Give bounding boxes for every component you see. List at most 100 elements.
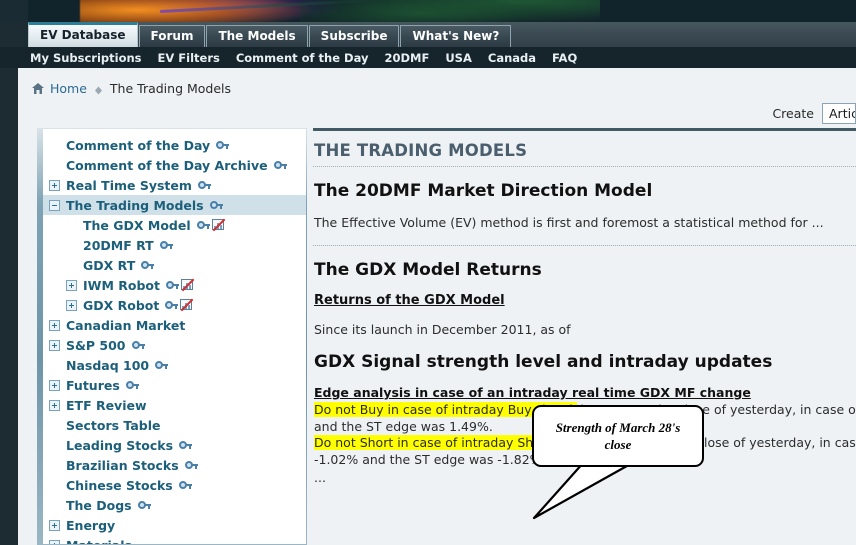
sidebar-item[interactable]: IWM Robot (43, 275, 306, 295)
sidebar-list: Comment of the Day Comment of the Day Arc… (43, 129, 306, 545)
home-icon (32, 82, 44, 94)
edge-analysis-heading: Edge analysis in case of an intraday rea… (314, 385, 751, 400)
breadcrumb-home-link[interactable]: Home (50, 81, 87, 96)
sidebar-item[interactable]: The Dogs (43, 495, 306, 515)
key-icon (197, 180, 211, 190)
sidebar-item[interactable]: S&P 500 (43, 335, 306, 355)
key-icon (179, 440, 193, 450)
create-label: Create (772, 105, 814, 121)
key-icon (141, 260, 155, 270)
navbar-left-cap (0, 22, 28, 47)
sidebar-item-label: Leading Stocks (66, 437, 174, 453)
sidebar-item-label: S&P 500 (66, 337, 126, 353)
page-body: Home The Trading Models Create Article C… (0, 68, 856, 545)
subnav-item[interactable]: FAQ (552, 51, 577, 65)
sub-navbar: My Subscriptions EV Filters Comment of the… (0, 47, 856, 68)
expand-icon[interactable] (49, 319, 60, 331)
subnav-item[interactable]: EV Filters (158, 51, 220, 65)
sidebar-item[interactable]: Real Time System (43, 175, 306, 195)
sidebar-item-label: Materials (66, 537, 132, 545)
sidebar-item[interactable]: Leading Stocks (43, 435, 306, 455)
key-icon (216, 140, 230, 150)
key-icon (131, 340, 145, 350)
callout-bubble: Strength of March 28's close (532, 405, 704, 467)
expand-icon[interactable] (49, 519, 60, 531)
sidebar-item-label: The Trading Models (66, 197, 204, 213)
sidebar-item[interactable]: Futures (43, 375, 306, 395)
breadcrumb-separator-icon (94, 84, 103, 94)
sidebar-item[interactable]: Materials (43, 535, 306, 545)
create-type-select[interactable]: Article (822, 102, 856, 124)
breadcrumb-current: The Trading Models (109, 80, 232, 96)
expand-icon[interactable] (66, 299, 77, 311)
section-heading-20dmf: The 20DMF Market Direction Model (314, 181, 653, 201)
sidebar-item[interactable]: ETF Review (43, 395, 306, 415)
banner-left-cap (0, 0, 28, 22)
sidebar-item[interactable]: The GDX Model (43, 215, 306, 235)
sidebar-item[interactable]: Canadian Market (43, 315, 306, 335)
sidebar-item[interactable]: Energy (43, 515, 306, 535)
site-banner (0, 0, 856, 22)
sidebar-item-label: Comment of the Day (66, 137, 211, 153)
sidebar-item[interactable]: GDX Robot (43, 295, 306, 315)
key-icon (165, 280, 179, 290)
expand-icon[interactable] (49, 399, 60, 411)
sidebar-item[interactable]: GDX RT (43, 255, 306, 275)
callout-text: Strength of March 28's close (555, 420, 681, 452)
expand-icon[interactable] (49, 179, 60, 191)
create-row: Create Article (772, 102, 856, 124)
no-chart-icon (180, 278, 195, 292)
divider-1 (313, 166, 856, 167)
sidebar-item-label: ETF Review (66, 397, 147, 413)
section-heading-gdx-returns: The GDX Model Returns (314, 260, 542, 280)
subnav-item[interactable]: 20DMF (384, 51, 429, 65)
key-icon (159, 240, 173, 250)
nav-tab[interactable]: What's New? (400, 25, 512, 47)
left-gutter (0, 68, 18, 545)
main-content: THE TRADING MODELS The 20DMF Market Dire… (313, 128, 856, 545)
expand-icon[interactable] (49, 539, 60, 544)
subnav-item[interactable]: Canada (488, 51, 536, 65)
sidebar-panel: Comment of the Day Comment of the Day Arc… (37, 128, 307, 545)
sidebar-item-label: Futures (66, 377, 120, 393)
key-icon (155, 360, 169, 370)
key-icon (178, 480, 192, 490)
sidebar-item[interactable]: Sectors Table (43, 415, 306, 435)
expand-icon[interactable] (49, 379, 60, 391)
sidebar-item-label: GDX RT (83, 257, 136, 273)
breadcrumb: Home The Trading Models (32, 80, 231, 96)
key-icon (125, 380, 139, 390)
expand-icon[interactable] (49, 339, 60, 351)
sidebar-item-label: IWM Robot (83, 277, 160, 293)
sidebar-item[interactable]: Brazilian Stocks (43, 455, 306, 475)
collapse-icon[interactable] (49, 199, 60, 211)
sidebar-item[interactable]: Comment of the Day (43, 135, 306, 155)
sidebar-item-label: The GDX Model (83, 217, 191, 233)
sidebar-item-label: Energy (66, 517, 116, 533)
nav-tabs: EV Database Forum The Models Subscribe What'… (28, 22, 512, 47)
nav-tab[interactable]: The Models (206, 25, 308, 47)
sidebar-item-label: Nasdaq 100 (66, 357, 150, 373)
sidebar-item-label: Sectors Table (66, 417, 161, 433)
sidebar-item[interactable]: Comment of the Day Archive (43, 155, 306, 175)
key-icon (196, 220, 210, 230)
key-icon (209, 200, 223, 210)
sidebar-item-label: Real Time System (66, 177, 192, 193)
sidebar-item[interactable]: Chinese Stocks (43, 475, 306, 495)
page-title: THE TRADING MODELS (314, 141, 528, 160)
subnav-item[interactable]: Comment of the Day (236, 51, 369, 65)
sidebar-item[interactable]: 20DMF RT (43, 235, 306, 255)
edge-line-ellipsis: ... (314, 470, 326, 485)
sidebar-item[interactable]: Nasdaq 100 (43, 355, 306, 375)
returns-of-gdx-model-link[interactable]: Returns of the GDX Model (314, 293, 505, 308)
subnav-item[interactable]: USA (445, 51, 472, 65)
nav-tab[interactable]: EV Database (28, 22, 138, 47)
subnav-item[interactable]: My Subscriptions (30, 51, 142, 65)
nav-tab[interactable]: Forum (138, 25, 206, 47)
nav-tab[interactable]: Subscribe (308, 25, 400, 47)
sidebar-item-label: The Dogs (66, 497, 132, 513)
expand-icon[interactable] (66, 279, 77, 291)
sidebar-item-label: Brazilian Stocks (66, 457, 179, 473)
divider-2 (313, 245, 856, 246)
sidebar-item[interactable]: The Trading Models (43, 195, 306, 215)
